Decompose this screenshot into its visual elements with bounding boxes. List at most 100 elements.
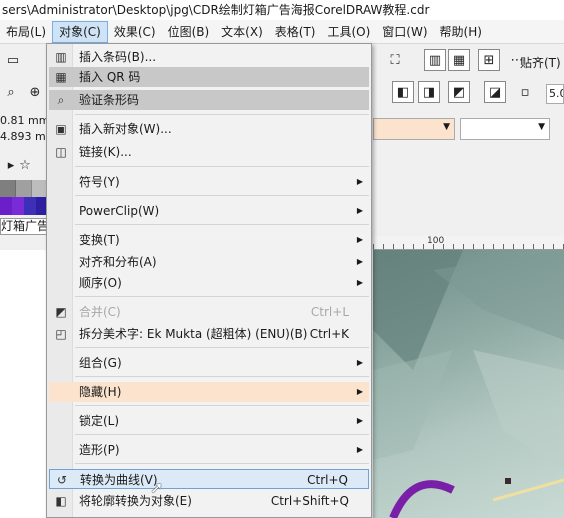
- menu-item-label: 插入新对象(W)...: [79, 122, 172, 136]
- palette-swatch[interactable]: [16, 180, 32, 197]
- menu-tools[interactable]: 工具(O): [321, 21, 376, 43]
- object-menu-dropdown: ▥ 插入条码(B)... ▦ 插入 QR 码 ⌕ 验证条形码 ▣ 插入新对象(W)... ◫ 链接…: [46, 43, 372, 518]
- menu-item[interactable]: ▥ 插入条码(B)...: [49, 47, 369, 67]
- menu-item[interactable]: 变换(T) ▶: [49, 230, 369, 250]
- menu-item-label: 变换(T): [79, 233, 120, 247]
- menu-item-label: 造形(P): [79, 443, 120, 457]
- menu-item-shortcut: Ctrl+Q: [307, 473, 348, 487]
- menu-text[interactable]: 文本(X): [215, 21, 269, 43]
- zoom-tool-icon[interactable]: ⊕: [24, 81, 46, 103]
- menu-item[interactable]: ◧ 将轮廓转换为对象(E) Ctrl+Shift+Q: [49, 491, 369, 511]
- new-document-icon[interactable]: ▭: [2, 49, 24, 71]
- fullscreen-icon[interactable]: ⛶: [384, 49, 406, 71]
- menu-item[interactable]: 锁定(L) ▶: [49, 411, 369, 431]
- menu-separator: [75, 166, 369, 167]
- distribute-icon[interactable]: ▦: [448, 49, 470, 71]
- menu-item-label: 插入 QR 码: [79, 70, 141, 84]
- menu-item-label: 合并(C): [79, 305, 121, 319]
- menu-item-label: 链接(K)...: [79, 145, 132, 159]
- convert-to-curves-icon: ↺: [56, 473, 68, 487]
- menu-item[interactable]: 隐藏(H) ▶: [49, 382, 369, 402]
- menu-item[interactable]: 组合(G) ▶: [49, 353, 369, 373]
- paste-snap-button[interactable]: 贴齐(T): [520, 54, 561, 71]
- mouse-cursor-icon: ➚: [150, 478, 164, 497]
- chevron-down-icon: ▼: [443, 122, 450, 132]
- align-icon[interactable]: ▥: [424, 49, 446, 71]
- break-apart-icon: ◰: [55, 327, 67, 341]
- menu-item[interactable]: ◩ 合并(C) Ctrl+L: [49, 302, 369, 322]
- menu-separator: [75, 114, 369, 115]
- menu-separator: [75, 347, 369, 348]
- menu-item-label: 将轮廓转换为对象(E): [79, 494, 192, 508]
- artwork-shapes: [373, 250, 564, 518]
- simplify-icon[interactable]: ◪: [484, 81, 506, 103]
- document-tab[interactable]: 灯箱广告海: [0, 218, 48, 235]
- submenu-arrow-icon: ▶: [356, 358, 363, 367]
- palette-swatch[interactable]: [12, 197, 24, 215]
- submenu-arrow-icon: ▶: [356, 278, 363, 287]
- submenu-arrow-icon: ▶: [356, 445, 363, 454]
- menu-item[interactable]: 造形(P) ▶: [49, 440, 369, 460]
- trim-icon[interactable]: ◨: [418, 81, 440, 103]
- menu-item[interactable]: ◫ 链接(K)...: [49, 142, 369, 162]
- menu-separator: [75, 195, 369, 196]
- outline-width-field[interactable]: 5.0: [546, 84, 564, 104]
- fill-color-dropdown[interactable]: ▼: [373, 118, 455, 140]
- front-minus-back-icon[interactable]: ▫: [514, 81, 536, 103]
- menu-item-label: 拆分美术字: Ek Mukta (超粗体) (ENU)(B): [79, 327, 308, 341]
- menu-item-shortcut: Ctrl+K: [309, 327, 349, 341]
- menu-item[interactable]: PowerClip(W) ▶: [49, 201, 369, 221]
- menu-item-label: 锁定(L): [79, 414, 120, 428]
- menu-separator: [75, 296, 369, 297]
- menu-item[interactable]: ⌕ 验证条形码: [49, 90, 369, 110]
- grid-snap-icon[interactable]: ⊞: [478, 49, 500, 71]
- validate-barcode-icon: ⌕: [57, 92, 65, 107]
- width-field[interactable]: 0.81 mm: [0, 114, 49, 127]
- palette-swatch[interactable]: [0, 180, 16, 197]
- star-icon[interactable]: ☆: [14, 154, 36, 176]
- menu-layout[interactable]: 布局(L): [0, 21, 52, 43]
- submenu-arrow-icon: ▶: [356, 257, 363, 266]
- menu-window[interactable]: 窗口(W): [376, 21, 433, 43]
- menu-separator: [75, 405, 369, 406]
- menu-item[interactable]: ↺ 转换为曲线(V) Ctrl+Q: [49, 469, 369, 489]
- zoom-icon[interactable]: ⌕: [0, 81, 22, 103]
- window-title: sers\Administrator\Desktop\jpg\CDR绘制灯箱广告…: [0, 0, 564, 20]
- poster-artwork: [373, 250, 564, 518]
- outline-to-object-icon: ◧: [55, 494, 67, 508]
- menu-object[interactable]: 对象(C): [52, 20, 108, 43]
- palette-swatch[interactable]: [24, 197, 36, 215]
- intersect-icon[interactable]: ◩: [448, 81, 470, 103]
- chevron-down-icon: ▼: [538, 122, 545, 132]
- menu-item-label: 转换为曲线(V): [80, 473, 158, 487]
- menu-bitmap[interactable]: 位图(B): [162, 21, 216, 43]
- palette-swatch[interactable]: [0, 197, 12, 215]
- outline-color-dropdown[interactable]: ▼: [460, 118, 550, 140]
- menu-item[interactable]: 顺序(O) ▶: [49, 273, 369, 293]
- menu-item[interactable]: ▣ 插入新对象(W)...: [49, 119, 369, 139]
- menu-help[interactable]: 帮助(H): [434, 21, 488, 43]
- color-palette-secondary[interactable]: [0, 197, 48, 215]
- menu-table[interactable]: 表格(T): [269, 21, 322, 43]
- submenu-arrow-icon: ▶: [356, 387, 363, 396]
- menu-item-shortcut: Ctrl+L: [310, 305, 349, 319]
- menu-item[interactable]: ◰ 拆分美术字: Ek Mukta (超粗体) (ENU)(B) Ctrl+K: [49, 324, 369, 344]
- menu-item[interactable]: ▦ 插入 QR 码: [49, 67, 369, 87]
- menu-effects[interactable]: 效果(C): [108, 21, 162, 43]
- ruler-label: 100: [427, 236, 445, 246]
- menu-item[interactable]: 符号(Y) ▶: [49, 172, 369, 192]
- menu-item[interactable]: 对齐和分布(A) ▶: [49, 252, 369, 272]
- menu-separator: [75, 224, 369, 225]
- weld-icon[interactable]: ◧: [392, 81, 414, 103]
- menu-item-label: 符号(Y): [79, 175, 120, 189]
- menu-separator: [75, 434, 369, 435]
- combine-icon: ◩: [55, 305, 67, 319]
- new-object-icon: ▣: [55, 122, 67, 136]
- menu-item-label: 对齐和分布(A): [79, 255, 157, 269]
- ruler-ticks: [373, 244, 564, 249]
- menu-item-label: 插入条码(B)...: [79, 50, 157, 64]
- menu-separator: [75, 376, 369, 377]
- menu-item-label: 组合(G): [79, 356, 122, 370]
- menu-item-label: PowerClip(W): [79, 204, 160, 218]
- submenu-arrow-icon: ▶: [356, 235, 363, 244]
